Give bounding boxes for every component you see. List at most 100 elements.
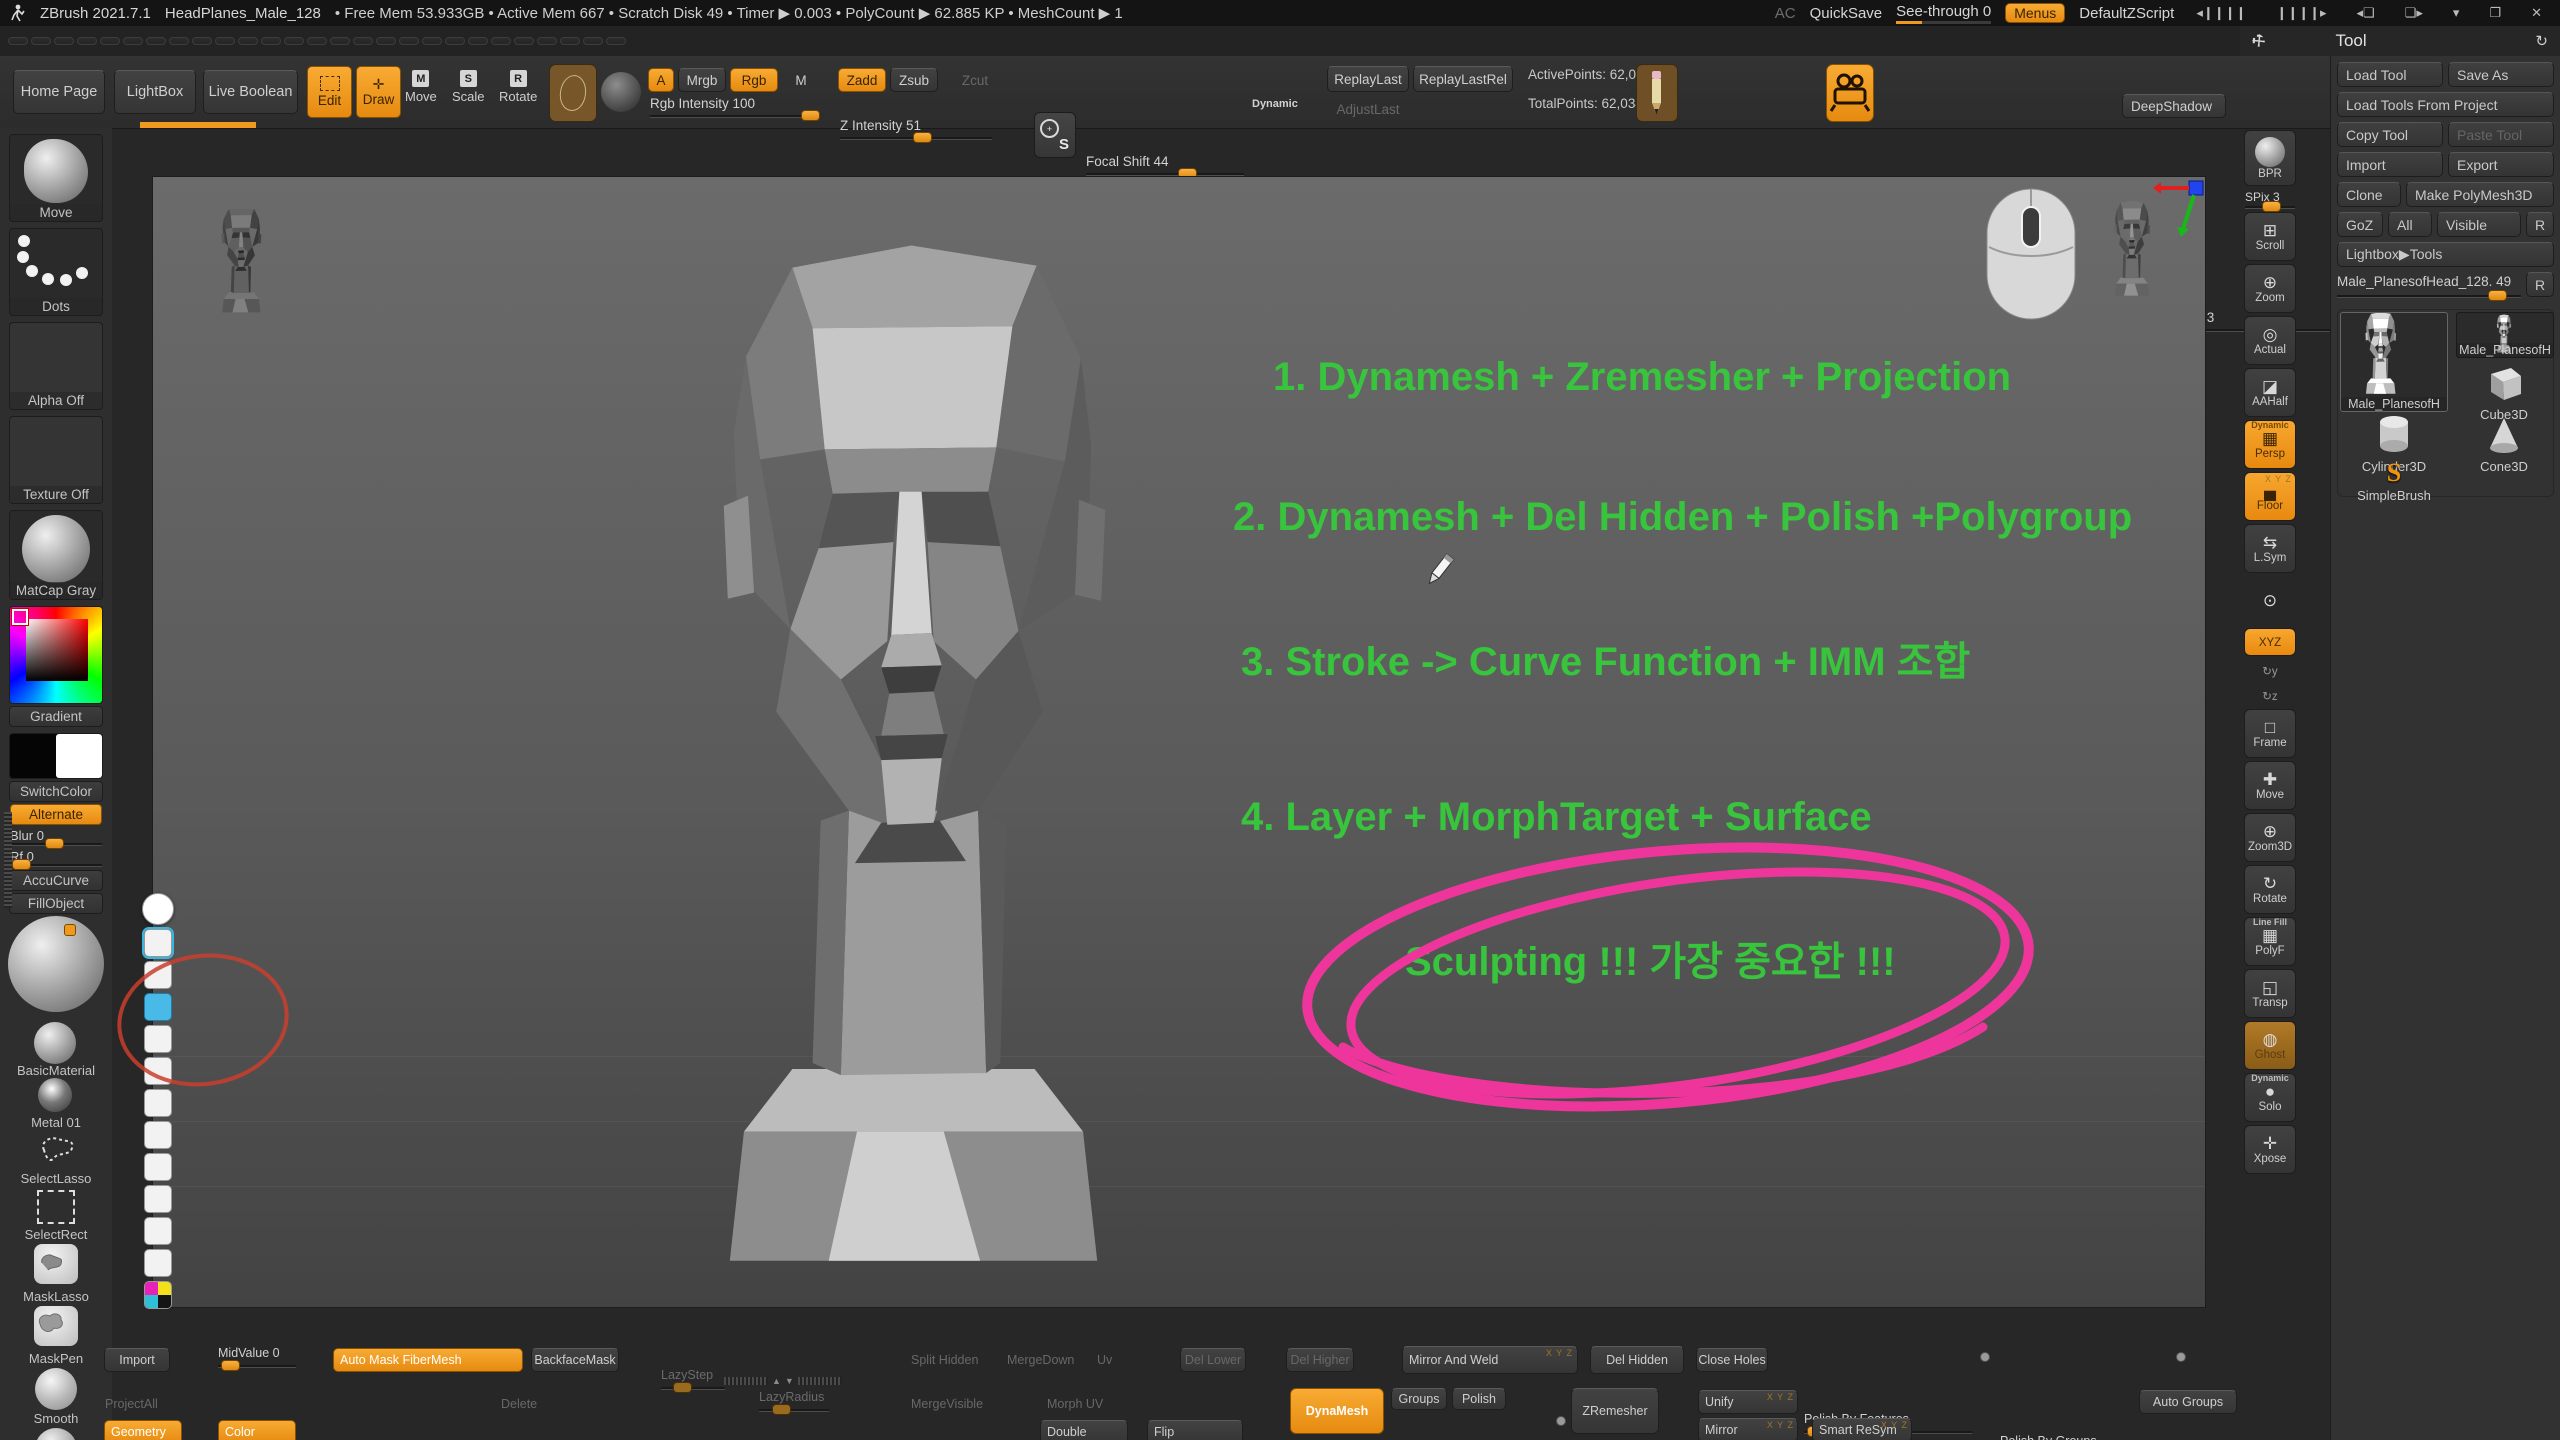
menu-item[interactable] bbox=[238, 37, 258, 45]
menu-item[interactable] bbox=[215, 37, 235, 45]
strip-rotate-button[interactable]: ↻ Rotate bbox=[2244, 865, 2296, 914]
mrgb-toggle[interactable]: Mrgb bbox=[678, 68, 726, 92]
edit-mode-button[interactable]: Edit bbox=[307, 66, 352, 118]
tool-section[interactable] bbox=[2337, 723, 2554, 747]
stroke-thumbnail[interactable] bbox=[549, 64, 597, 122]
flip-button[interactable]: Flip bbox=[1147, 1420, 1243, 1440]
scale-mode-button[interactable]: S Scale bbox=[452, 70, 485, 104]
zadd-toggle[interactable]: Zadd bbox=[838, 68, 886, 92]
mask-lasso-brush[interactable]: MaskLasso bbox=[10, 1242, 102, 1304]
goz-r-button[interactable]: R bbox=[2526, 212, 2554, 237]
tool-thumbnail[interactable]: Male_PlanesofH bbox=[2456, 312, 2554, 358]
smooth-valleys-brush[interactable]: SmoothValleys bbox=[6, 1426, 106, 1440]
mergedown-button[interactable]: MergeDown bbox=[1000, 1348, 1081, 1372]
select-lasso-brush[interactable]: SelectLasso bbox=[10, 1130, 102, 1186]
close-holes-button[interactable]: Close Holes bbox=[1696, 1348, 1768, 1372]
lightbox-tools-button[interactable]: Lightbox▶Tools bbox=[2337, 242, 2554, 267]
tool-section[interactable] bbox=[2337, 991, 2554, 1015]
select-rect-brush[interactable]: SelectRect bbox=[10, 1186, 102, 1242]
import-button[interactable]: Import bbox=[104, 1348, 170, 1372]
strip-zoom3d-button[interactable]: ⊕ Zoom3D bbox=[2244, 813, 2296, 862]
menu-item[interactable] bbox=[284, 37, 304, 45]
stroke-curve-dial[interactable]: + S bbox=[1034, 112, 1076, 158]
menu-item[interactable] bbox=[376, 37, 396, 45]
menu-item[interactable] bbox=[353, 37, 373, 45]
strip-move-button[interactable]: ✚ Move bbox=[2244, 761, 2296, 810]
strip-persp-button[interactable]: Dynamic ▦ Persp bbox=[2244, 420, 2296, 469]
current-brush-thumbnail[interactable]: Move bbox=[9, 134, 103, 222]
basic-material-thumbnail[interactable]: BasicMaterial bbox=[10, 1022, 102, 1078]
rgb-toggle[interactable]: Rgb bbox=[730, 68, 778, 92]
dynamesh-button[interactable]: DynaMesh bbox=[1290, 1388, 1384, 1434]
paste-tool-button[interactable]: Paste Tool bbox=[2448, 122, 2554, 147]
accucurve-button[interactable]: AccuCurve bbox=[9, 870, 103, 891]
gravity-pencil-thumbnail[interactable] bbox=[1636, 64, 1678, 122]
annotation-snapshot-button[interactable] bbox=[144, 1217, 172, 1245]
cube3d-thumbnail[interactable]: Cube3D bbox=[2456, 362, 2552, 422]
tool-section[interactable] bbox=[2337, 649, 2554, 673]
strip-polyf-button[interactable]: Line Fill ▦ PolyF bbox=[2244, 917, 2296, 966]
strip-frame-button[interactable]: □ Frame bbox=[2244, 709, 2296, 758]
camera-view-button[interactable] bbox=[1826, 64, 1874, 122]
mirror-button[interactable]: MirrorX Y Z bbox=[1698, 1418, 1798, 1440]
blur-slider[interactable]: Blur 0 bbox=[10, 828, 102, 846]
copy-tool-button[interactable]: Copy Tool bbox=[2337, 122, 2443, 147]
tool-section[interactable] bbox=[2337, 1015, 2554, 1039]
color-picker[interactable] bbox=[9, 606, 103, 704]
morph-uv-button[interactable]: Morph UV bbox=[1040, 1392, 1110, 1416]
strip-ghost-button[interactable]: ◍ Ghost bbox=[2244, 1021, 2296, 1070]
subtool-preview-thumbnail[interactable] bbox=[205, 209, 305, 321]
see-through-slider[interactable]: See-through 0 bbox=[1896, 3, 1991, 24]
alternate-toggle[interactable]: Alternate bbox=[10, 804, 102, 825]
menu-item[interactable] bbox=[583, 37, 603, 45]
tool-section[interactable] bbox=[2337, 527, 2554, 551]
annotation-clipboard-button[interactable] bbox=[144, 1249, 172, 1277]
groups-toggle[interactable]: Groups bbox=[1391, 1388, 1447, 1410]
mirror-and-weld-button[interactable]: Mirror And WeldX Y Z bbox=[1402, 1346, 1578, 1374]
close-button[interactable]: ✕ bbox=[2523, 5, 2550, 21]
bpr-render-button[interactable]: BPR bbox=[2244, 130, 2296, 186]
rf-slider[interactable]: Rf 0 bbox=[10, 849, 102, 867]
strip-zoom-button[interactable]: ⊕ Zoom bbox=[2244, 264, 2296, 313]
switch-color-button[interactable]: SwitchColor bbox=[9, 781, 103, 802]
gradient-toggle[interactable]: Gradient bbox=[9, 706, 103, 727]
tool-section[interactable] bbox=[2337, 942, 2554, 966]
zcut-toggle[interactable]: Zcut bbox=[955, 68, 995, 92]
double-button[interactable]: Double bbox=[1040, 1420, 1128, 1440]
menu-item[interactable] bbox=[77, 37, 97, 45]
current-material-sphere[interactable] bbox=[6, 916, 106, 1020]
lightbox-button[interactable]: LightBox bbox=[114, 70, 196, 114]
menu-item[interactable] bbox=[31, 37, 51, 45]
dynamic-label[interactable]: Dynamic bbox=[1252, 98, 1298, 110]
lazyradius-slider[interactable]: LazyRadius bbox=[759, 1390, 829, 1412]
main-secondary-swatches[interactable] bbox=[9, 733, 103, 779]
strip-floor-button[interactable]: ▄ Floor X Y Z bbox=[2244, 472, 2296, 521]
planes-head-model[interactable] bbox=[641, 205, 1186, 1275]
tool-section[interactable] bbox=[2337, 747, 2554, 771]
menu-item[interactable] bbox=[422, 37, 442, 45]
tool-section[interactable] bbox=[2337, 1064, 2554, 1088]
goz-visible-button[interactable]: Visible bbox=[2437, 212, 2521, 237]
load-tools-from-project-button[interactable]: Load Tools From Project bbox=[2337, 92, 2554, 117]
uv-button[interactable]: Uv bbox=[1090, 1348, 1119, 1372]
menu-item[interactable] bbox=[468, 37, 488, 45]
lazystep-slider[interactable]: LazyStep bbox=[661, 1368, 725, 1390]
menu-item[interactable] bbox=[514, 37, 534, 45]
color-tab-button[interactable]: Color bbox=[218, 1420, 296, 1440]
menu-item[interactable] bbox=[445, 37, 465, 45]
import-tool-button[interactable]: Import bbox=[2337, 152, 2443, 177]
tray-divider-grip[interactable]: ▲▼ bbox=[724, 1376, 842, 1386]
menu-item[interactable] bbox=[261, 37, 281, 45]
tool-section[interactable] bbox=[2337, 820, 2554, 844]
tool-section[interactable] bbox=[2337, 844, 2554, 868]
menu-item[interactable] bbox=[491, 37, 511, 45]
strip-rot-y-button[interactable]: ↻y bbox=[2244, 659, 2296, 681]
menu-item[interactable] bbox=[100, 37, 120, 45]
cone3d-thumbnail[interactable]: Cone3D bbox=[2456, 416, 2552, 474]
del-hidden-button[interactable]: Del Hidden bbox=[1590, 1346, 1684, 1374]
annotation-trash-button[interactable] bbox=[144, 1153, 172, 1181]
tool-section[interactable] bbox=[2337, 1040, 2554, 1064]
strip-actual-button[interactable]: ◎ Actual bbox=[2244, 316, 2296, 365]
auto-mask-fibermesh-toggle[interactable]: Auto Mask FiberMesh bbox=[333, 1348, 523, 1372]
strip-xpose-button[interactable]: ✛ Xpose bbox=[2244, 1125, 2296, 1174]
